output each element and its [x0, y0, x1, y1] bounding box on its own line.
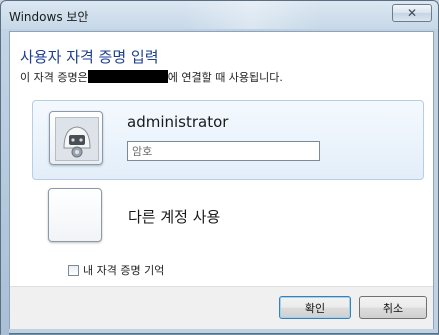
use-another-account-tile[interactable]: 다른 계정 사용	[32, 186, 424, 252]
dialog-subtext: 이 자격 증명은 에 연결할 때 사용됩니다.	[20, 69, 283, 85]
dialog-content: 사용자 자격 증명 입력 이 자격 증명은 에 연결할 때 사용됩니다. adm…	[9, 31, 434, 329]
remember-checkbox[interactable]	[68, 264, 79, 276]
window-frame-left	[1, 29, 9, 335]
security-dialog: Windows 보안 ✕ 사용자 자격 증명 입력 이 자격 증명은 에 연결할 …	[0, 0, 439, 335]
subtext-before: 이 자격 증명은	[20, 71, 88, 84]
username-label: administrator	[127, 113, 229, 131]
blank-avatar-icon	[48, 188, 102, 242]
title-bar[interactable]: Windows 보안 ✕	[1, 1, 438, 29]
dialog-heading: 사용자 자격 증명 입력	[20, 48, 159, 66]
user-avatar-icon	[55, 117, 99, 161]
redacted-target-name	[87, 70, 168, 83]
ok-button[interactable]: 확인	[279, 296, 351, 319]
use-another-account-label: 다른 계정 사용	[128, 208, 221, 226]
remember-label: 내 자격 증명 기억	[83, 264, 165, 277]
close-button[interactable]: ✕	[392, 4, 432, 22]
avatar	[49, 111, 103, 165]
subtext-after: 에 연결할 때 사용됩니다.	[167, 71, 283, 84]
title-bar-glow	[181, 1, 321, 29]
credential-tile-administrator[interactable]: administrator	[32, 100, 424, 180]
remember-credentials[interactable]: 내 자격 증명 기억	[68, 262, 164, 278]
dialog-footer: 확인 취소	[10, 286, 433, 329]
cancel-button[interactable]: 취소	[359, 296, 427, 319]
close-icon: ✕	[406, 6, 418, 20]
window-title: Windows 보안	[9, 10, 89, 24]
password-field[interactable]	[127, 141, 320, 161]
